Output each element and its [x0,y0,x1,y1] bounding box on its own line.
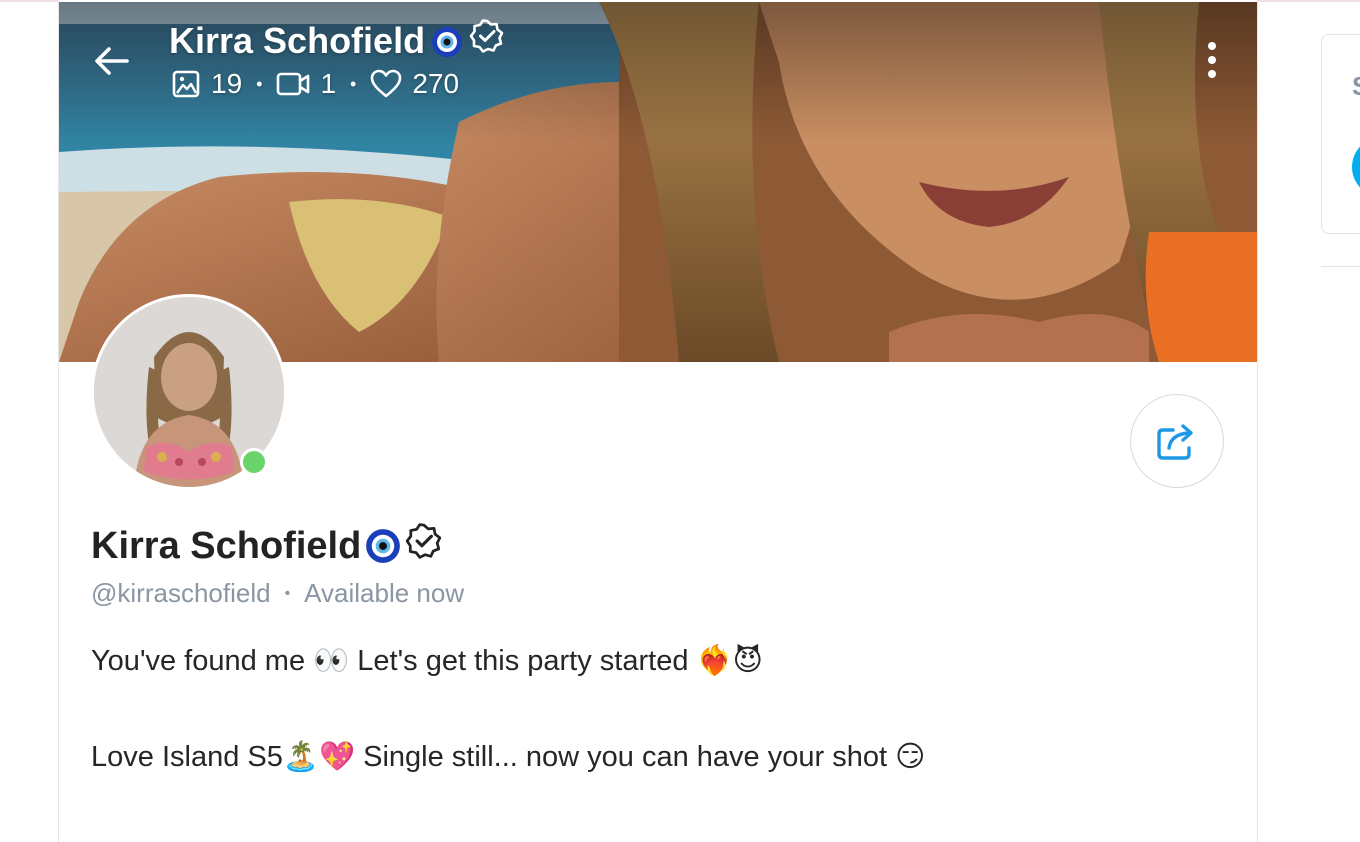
header-stats: 19 • 1 • 270 [171,68,459,100]
availability-status: Available now [304,578,465,608]
creator-handle[interactable]: @kirraschofield [91,578,271,609]
verified-badge-icon [469,18,505,63]
likes-count: 270 [412,68,460,99]
share-icon [1157,424,1193,460]
videos-stat: 1 [276,68,336,100]
nazar-amulet-emoji [365,528,401,564]
heart-icon [371,69,402,98]
stat-separator: • [256,73,263,94]
share-button[interactable] [1130,394,1224,488]
bio-line: Love Island S5🏝️💖 Single still... now yo… [91,741,926,773]
nazar-amulet-emoji [431,25,463,57]
video-icon [277,72,310,96]
header-creator-name: Kirra Schofield [169,18,505,63]
online-status-dot [240,448,268,476]
side-panel-avatar[interactable] [1352,137,1360,197]
likes-stat: 270 [370,68,459,100]
more-vertical-icon[interactable] [1197,38,1227,82]
side-panel-card: S [1321,34,1360,234]
videos-count: 1 [320,68,337,99]
profile-name-text: Kirra Schofield [91,524,362,567]
verified-badge-icon [405,522,443,570]
header-name-text: Kirra Schofield [169,19,426,61]
photos-count: 19 [211,68,243,99]
handle-separator: • [284,584,291,602]
handle-row: @kirraschofield • Available now [91,578,464,609]
back-arrow-icon[interactable] [89,38,135,84]
bio-line: You've found me 👀 Let's get this party s… [91,645,763,677]
image-icon [172,70,200,98]
profile-name: Kirra Schofield [91,522,443,570]
photos-stat: 19 [171,68,242,100]
bio: You've found me 👀 Let's get this party s… [91,640,1221,778]
profile-column: Kirra Schofield 19 • 1 • 270 Kirra Schof… [58,0,1258,842]
side-panel-letter: S [1352,71,1360,102]
stat-separator: • [350,73,357,94]
side-panel-divider [1321,266,1360,267]
